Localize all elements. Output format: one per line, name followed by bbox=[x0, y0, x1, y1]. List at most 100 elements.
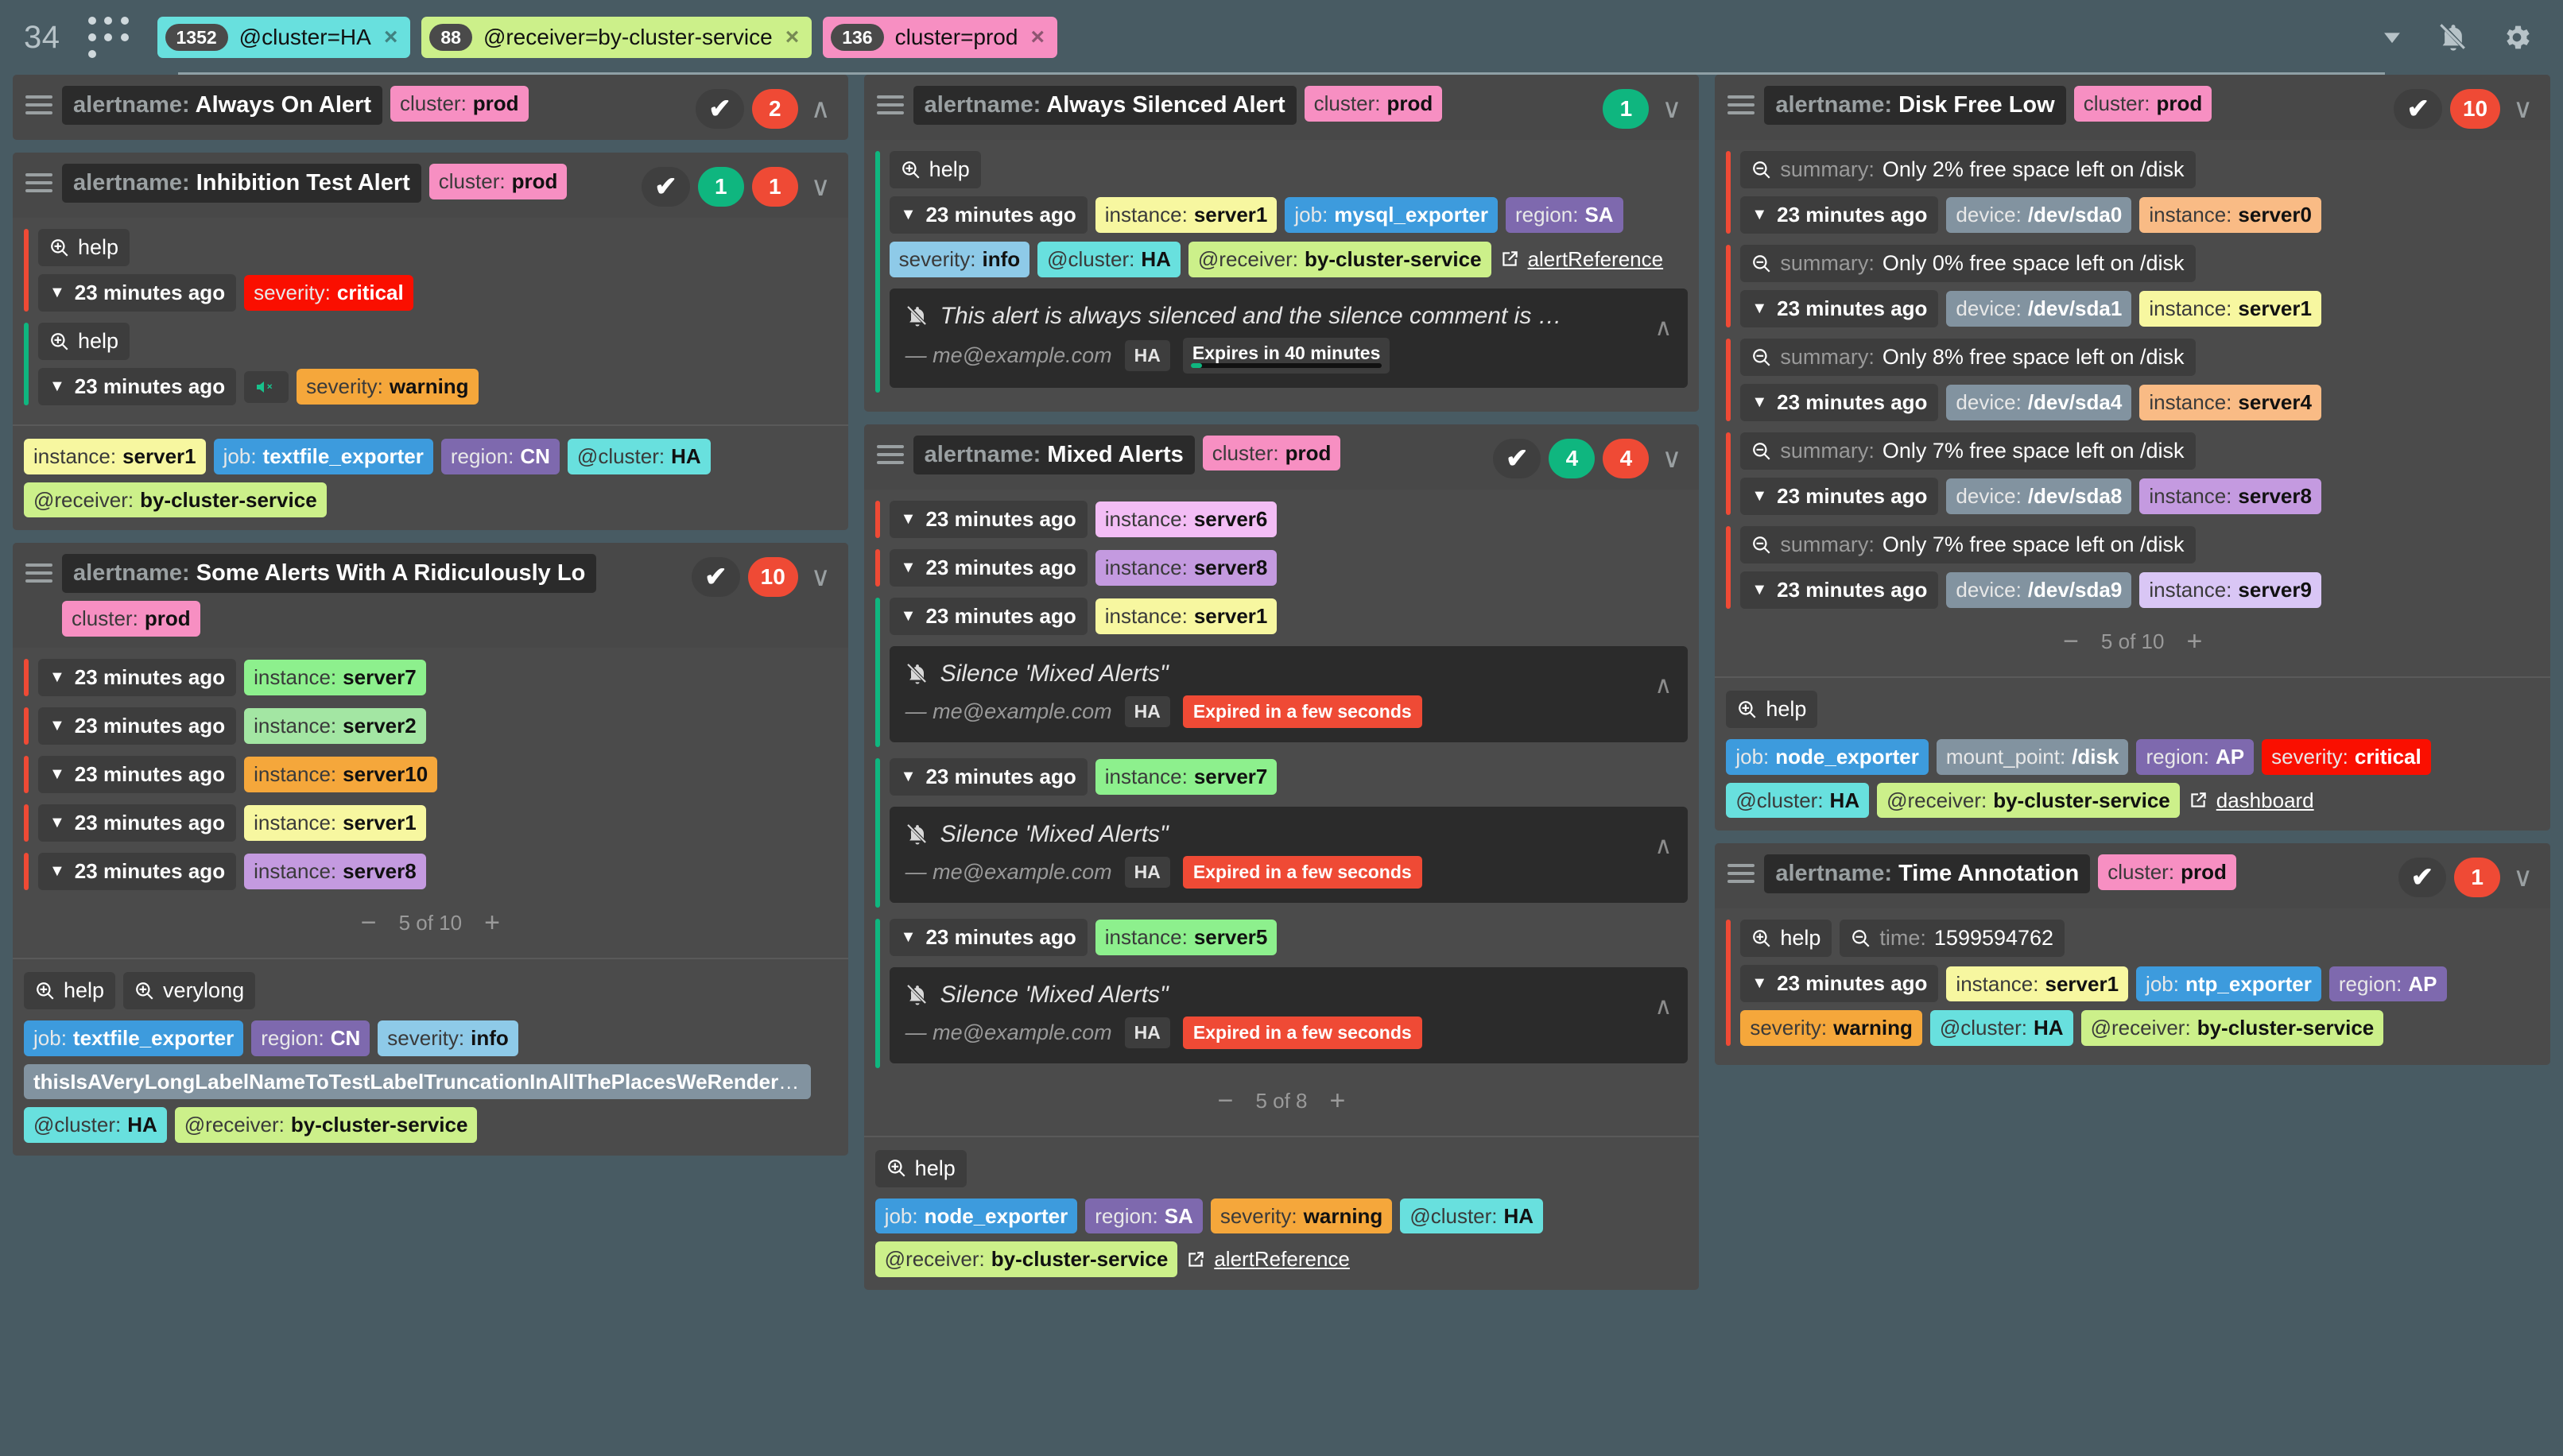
silence-action-button[interactable]: ✔ bbox=[692, 557, 740, 598]
label-chip[interactable]: cluster: prod bbox=[428, 164, 568, 199]
group-alertname[interactable]: alertname: Always On Alert bbox=[62, 86, 382, 125]
label-chip[interactable]: severity: info bbox=[378, 1020, 518, 1056]
show-less-button[interactable]: − bbox=[1218, 1086, 1234, 1117]
alert-count-badge-green[interactable]: 1 bbox=[697, 167, 744, 207]
label-chip[interactable]: severity: critical bbox=[2262, 739, 2431, 775]
alert-count-badge-red[interactable]: 10 bbox=[747, 557, 798, 598]
label-chip[interactable]: @receiver: by-cluster-service bbox=[174, 1107, 478, 1144]
silence-collapse-icon[interactable]: ∧ bbox=[1654, 303, 1672, 342]
filter-chip-1[interactable]: 88 @receiver=by-cluster-service × bbox=[421, 17, 812, 58]
label-chip[interactable]: job: node_exporter bbox=[1726, 739, 1929, 775]
label-chip[interactable]: region: CN bbox=[440, 439, 560, 474]
annotation-only-7-free-space-left-on-disk[interactable]: summary: Only 7% free space left on /disk bbox=[1740, 526, 2196, 563]
silence-collapse-icon[interactable]: ∧ bbox=[1654, 821, 1672, 860]
alert-timestamp[interactable]: ▼ 23 minutes ago bbox=[38, 659, 237, 697]
label-chip[interactable]: mount_point:/disk bbox=[1936, 739, 2129, 775]
alert-count-badge-red[interactable]: 2 bbox=[751, 89, 798, 129]
annotation-only-7-free-space-left-on-disk[interactable]: summary: Only 7% free space left on /disk bbox=[1740, 432, 2196, 470]
label-chip[interactable]: job: textfile_exporter bbox=[24, 1020, 244, 1056]
annotation-1599594762[interactable]: time: 1599594762 bbox=[1840, 920, 2065, 958]
drag-handle-icon[interactable] bbox=[1727, 86, 1755, 119]
show-more-button[interactable]: + bbox=[1330, 1086, 1346, 1117]
label-chip[interactable]: instance: server1 bbox=[1946, 966, 2129, 1002]
label-chip[interactable]: instance: server5 bbox=[1095, 919, 1278, 955]
annotation-help[interactable]: help bbox=[889, 151, 981, 188]
label-chip[interactable]: instance: server4 bbox=[2139, 385, 2321, 420]
label-chip[interactable]: instance: server6 bbox=[1095, 501, 1278, 537]
label-chip[interactable]: instance: server8 bbox=[1095, 549, 1278, 586]
label-chip[interactable]: instance: server10 bbox=[244, 757, 438, 792]
card-collapse-chevron-icon[interactable]: ∨ bbox=[2508, 93, 2538, 125]
alert-timestamp[interactable]: ▼ 23 minutes ago bbox=[38, 853, 237, 891]
silence-action-button[interactable]: ✔ bbox=[2394, 89, 2442, 129]
group-alertname[interactable]: alertname: Always Silenced Alert bbox=[913, 86, 1297, 125]
alert-timestamp[interactable]: ▼ 23 minutes ago bbox=[1740, 290, 1939, 327]
label-chip[interactable]: cluster: prod bbox=[2098, 854, 2236, 891]
alert-count-badge-green[interactable]: 1 bbox=[1603, 89, 1650, 129]
card-collapse-chevron-icon[interactable]: ∨ bbox=[806, 171, 836, 203]
alert-timestamp[interactable]: ▼ 23 minutes ago bbox=[1740, 384, 1939, 421]
drag-handle-icon[interactable] bbox=[25, 554, 52, 587]
alert-timestamp[interactable]: ▼ 23 minutes ago bbox=[38, 274, 237, 312]
card-collapse-chevron-icon[interactable]: ∨ bbox=[1657, 443, 1686, 474]
alert-count-badge-red[interactable]: 1 bbox=[751, 167, 798, 207]
card-collapse-chevron-icon[interactable]: ∨ bbox=[1657, 93, 1686, 125]
label-chip[interactable]: device:/dev/sda4 bbox=[1946, 385, 2132, 420]
label-chip[interactable]: severity: info bbox=[889, 242, 1030, 277]
label-chip[interactable]: instance: server8 bbox=[2139, 478, 2321, 514]
label-chip[interactable]: @receiver: by-cluster-service bbox=[1877, 782, 2180, 819]
filter-chip-0[interactable]: 1352 @cluster=HA × bbox=[157, 17, 411, 58]
drag-handle-icon[interactable] bbox=[25, 86, 52, 119]
label-chip[interactable]: cluster: prod bbox=[390, 86, 529, 122]
label-chip[interactable]: job: node_exporter bbox=[874, 1198, 1078, 1234]
drag-handle-icon[interactable] bbox=[1727, 854, 1755, 888]
grid-dots-icon[interactable] bbox=[84, 13, 134, 62]
drag-handle-icon[interactable] bbox=[876, 436, 904, 469]
silence-action-button[interactable]: ✔ bbox=[1492, 438, 1541, 478]
label-chip[interactable]: @receiver: by-cluster-service bbox=[874, 1241, 1178, 1278]
label-chip[interactable]: instance: server7 bbox=[1095, 758, 1278, 795]
label-chip[interactable]: @cluster: HA bbox=[1726, 782, 1870, 819]
label-chip[interactable]: @cluster: HA bbox=[24, 1107, 167, 1144]
silence-action-button[interactable]: ✔ bbox=[2398, 858, 2447, 898]
label-chip[interactable]: instance: server8 bbox=[244, 854, 426, 889]
annotation-help[interactable]: help bbox=[38, 229, 130, 266]
alert-timestamp[interactable]: ▼ 23 minutes ago bbox=[38, 756, 237, 794]
label-chip[interactable]: @cluster: HA bbox=[567, 439, 711, 474]
label-chip[interactable]: cluster: prod bbox=[1304, 86, 1443, 122]
alert-timestamp[interactable]: ▼ 23 minutes ago bbox=[1740, 965, 1939, 1003]
label-chip[interactable]: instance: server1 bbox=[1095, 197, 1278, 233]
alert-timestamp[interactable]: ▼ 23 minutes ago bbox=[1740, 571, 1939, 609]
muted-indicator-button[interactable] bbox=[244, 370, 289, 403]
label-chip[interactable]: @cluster: HA bbox=[1037, 242, 1181, 277]
annotation-link-alertReference[interactable]: alertReference bbox=[1499, 247, 1663, 272]
gear-icon[interactable] bbox=[2501, 21, 2533, 53]
silence-action-button[interactable]: ✔ bbox=[696, 89, 744, 129]
label-chip[interactable]: @receiver: by-cluster-service bbox=[2080, 1010, 2384, 1047]
label-chip[interactable]: @cluster: HA bbox=[1400, 1198, 1544, 1234]
chevron-down-icon[interactable] bbox=[2379, 24, 2406, 51]
label-chip[interactable]: thisIsAVeryLongLabelNameToTestLabelTrunc… bbox=[24, 1063, 811, 1100]
filter-chip-remove-icon[interactable]: × bbox=[384, 24, 398, 51]
label-chip[interactable]: job: mysql_exporter bbox=[1285, 197, 1498, 233]
card-collapse-chevron-icon[interactable]: ∨ bbox=[806, 561, 836, 593]
label-chip[interactable]: device:/dev/sda9 bbox=[1946, 572, 2132, 608]
group-alertname[interactable]: alertname: Disk Free Low bbox=[1764, 86, 2066, 125]
alert-count-badge-red[interactable]: 1 bbox=[2454, 858, 2501, 898]
label-chip[interactable]: instance: server1 bbox=[2139, 291, 2321, 327]
label-chip[interactable]: instance: server1 bbox=[1095, 598, 1278, 634]
label-chip[interactable]: region: SA bbox=[1505, 197, 1623, 233]
annotation-help[interactable]: help bbox=[874, 1149, 967, 1187]
label-chip[interactable]: cluster: prod bbox=[2073, 86, 2212, 122]
annotation-only-0-free-space-left-on-disk[interactable]: summary: Only 0% free space left on /disk bbox=[1740, 245, 2196, 282]
annotation-only-8-free-space-left-on-disk[interactable]: summary: Only 8% free space left on /disk bbox=[1740, 339, 2196, 376]
label-chip[interactable]: instance: server1 bbox=[24, 439, 206, 474]
alert-timestamp[interactable]: ▼ 23 minutes ago bbox=[1740, 478, 1939, 515]
drag-handle-icon[interactable] bbox=[876, 86, 904, 119]
alert-timestamp[interactable]: ▼ 23 minutes ago bbox=[38, 368, 237, 405]
label-chip[interactable]: region: SA bbox=[1085, 1198, 1203, 1234]
label-chip[interactable]: severity: warning bbox=[1210, 1198, 1393, 1234]
alert-timestamp[interactable]: ▼ 23 minutes ago bbox=[889, 597, 1088, 635]
label-chip[interactable]: severity: warning bbox=[297, 369, 479, 405]
show-less-button[interactable]: − bbox=[2063, 626, 2079, 657]
